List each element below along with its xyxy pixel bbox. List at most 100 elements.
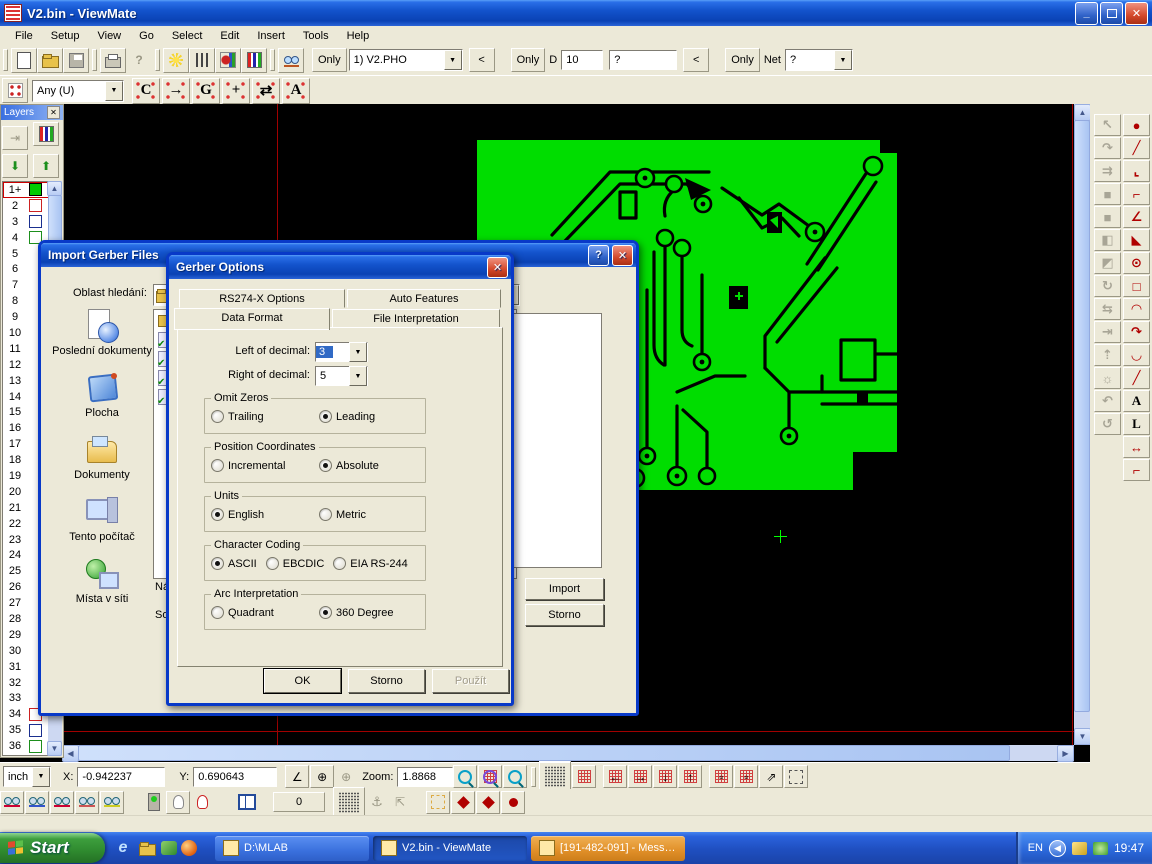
radio-ebcdic[interactable]: EBCDIC [266,557,325,570]
menu-item[interactable]: File [6,28,42,44]
scroll-up-button[interactable]: ▲ [47,181,62,196]
place-desktop[interactable]: Plocha [51,371,153,419]
menu-item[interactable]: Tools [294,28,338,44]
left-of-decimal-combo[interactable]: 3 ▼ [315,342,368,362]
layer-row[interactable]: 35 [3,722,49,738]
menu-item[interactable]: Edit [211,28,248,44]
pan-left-button[interactable]: ← [603,765,627,788]
stretch-button[interactable]: ⇗ [759,765,783,788]
tray-icon-app[interactable] [1093,842,1108,855]
radio-metric[interactable]: Metric [319,508,411,521]
move-item-tool[interactable]: ⇥ [1094,321,1121,343]
radio-english[interactable]: English [211,508,303,521]
layer-color-swatch[interactable] [29,183,42,196]
menu-item[interactable]: Go [130,28,163,44]
scroll-right-button[interactable]: ▶ [1057,745,1074,762]
zoom-value-field[interactable]: 1.8868 [397,767,453,787]
horizontal-scrollbar[interactable]: ◀ ▶ [62,745,1074,761]
menu-item[interactable]: View [88,28,130,44]
chevron-down-icon[interactable]: ▼ [349,342,367,362]
layer-row[interactable]: 3 [3,214,49,230]
restore-button[interactable] [1100,2,1123,25]
draw-arc2-tool[interactable]: ◡ [1123,344,1150,366]
draw-circle-tool[interactable]: ⊙ [1123,252,1150,274]
tray-icon-messenger[interactable] [1072,842,1087,855]
menu-item[interactable]: Insert [248,28,294,44]
flash-mode-3-button[interactable] [476,791,500,814]
close-button[interactable]: ✕ [1125,2,1148,25]
radio-trailing[interactable]: Trailing [211,410,303,423]
open-file-button[interactable] [37,48,63,73]
radio-absolute[interactable]: Absolute [319,459,411,472]
tab-auto-features[interactable]: Auto Features [347,289,501,308]
draw-triangle-tool[interactable]: ◣ [1123,229,1150,251]
angle-mode-button[interactable]: ∠ [285,765,309,788]
dialog-titlebar[interactable]: Gerber Options ✕ [169,255,511,279]
solid-square-tool[interactable]: ■ [1094,183,1121,205]
scrollbar-thumb[interactable] [1074,120,1090,712]
flash-mode-4-button[interactable] [501,791,525,814]
menu-item[interactable]: Select [163,28,212,44]
rotate-tool[interactable]: ↻ [1094,275,1121,297]
zoom-window-button[interactable] [503,765,527,788]
radio-eia-rs244[interactable]: EIA RS-244 [333,557,407,570]
dcode-flash-button[interactable]: + [222,78,250,104]
solid-square-2-tool[interactable]: ■ [1094,206,1121,228]
draw-polyline-tool[interactable]: ⌞ [1123,160,1150,182]
zoom-in-button[interactable] [453,765,477,788]
menu-item[interactable]: Setup [42,28,89,44]
snap-crosshair-button[interactable]: ⊕ [335,766,357,787]
undo-tool[interactable]: ↶ [1094,390,1121,412]
previous-dcode-button[interactable]: < [683,48,709,72]
draw-rect-tool[interactable]: □ [1123,275,1150,297]
right-of-decimal-combo[interactable]: 5 ▼ [315,366,368,386]
selection-box-button[interactable] [784,765,808,788]
radio-incremental[interactable]: Incremental [211,459,303,472]
corner-j-tool[interactable]: ⌐ [1123,459,1150,481]
tab-file-interpretation[interactable]: File Interpretation [332,309,500,328]
quicklaunch-ie-icon[interactable]: e [113,838,133,858]
view-flash-button[interactable] [100,791,124,814]
close-icon[interactable]: ✕ [612,245,633,266]
view-layers-button[interactable] [25,791,49,814]
scrollbar-thumb[interactable] [78,745,1010,761]
place-documents[interactable]: Dokumenty [51,433,153,481]
start-button[interactable]: Start [0,833,105,863]
layer-film-button[interactable] [33,122,59,146]
move-dcodes-tool[interactable]: ⇉ [1094,160,1121,182]
place-recent-documents[interactable]: Poslední dokumenty [51,309,153,357]
chevron-down-icon[interactable]: ▼ [834,50,852,70]
close-icon[interactable]: ✕ [487,257,508,278]
print-button[interactable] [100,48,126,73]
text-a-tool[interactable]: A [1123,390,1150,412]
language-indicator[interactable]: EN [1028,842,1043,854]
chevron-down-icon[interactable]: ▼ [349,366,367,386]
film-setup-button[interactable] [241,48,267,73]
scroll-left-button[interactable]: ◀ [62,745,79,762]
net-combo[interactable]: ? ▼ [785,49,853,71]
quicklaunch-book-icon[interactable] [161,841,177,855]
crosshair-button[interactable]: ⊕ [310,765,334,788]
new-file-button[interactable] [11,48,37,73]
cancel-button[interactable]: Storno [525,604,604,626]
dcode-g-button[interactable]: G [192,78,220,104]
shape-filter-combo[interactable]: Any (U) ▼ [32,80,124,102]
close-icon[interactable]: ✕ [47,106,60,119]
select-tool[interactable]: ↖ [1094,114,1121,136]
group-rotate-tool[interactable]: ↺ [1094,413,1121,435]
draw-arc-tool[interactable]: ◠ [1123,298,1150,320]
scroll-down-button[interactable]: ▼ [47,741,62,756]
task-explorer-mlab[interactable]: D:\MLAB [215,836,369,861]
mirror-tool[interactable]: ◧ [1094,229,1121,251]
traffic-light-button[interactable] [143,792,165,813]
layer-row[interactable]: 36 [3,738,49,754]
previous-layer-button[interactable]: < [469,48,495,72]
grid-offset-button[interactable]: ▫ [709,765,733,788]
place-my-computer[interactable]: Tento počítač [51,495,153,543]
view-apertures-button[interactable] [50,791,74,814]
quicklaunch-firefox-icon[interactable] [181,840,197,856]
layer-color-swatch[interactable] [29,740,42,753]
cancel-button[interactable]: Storno [348,669,425,693]
scroll-down-button[interactable]: ▼ [1074,728,1091,745]
draw-line-tool[interactable]: ╱ [1123,137,1150,159]
